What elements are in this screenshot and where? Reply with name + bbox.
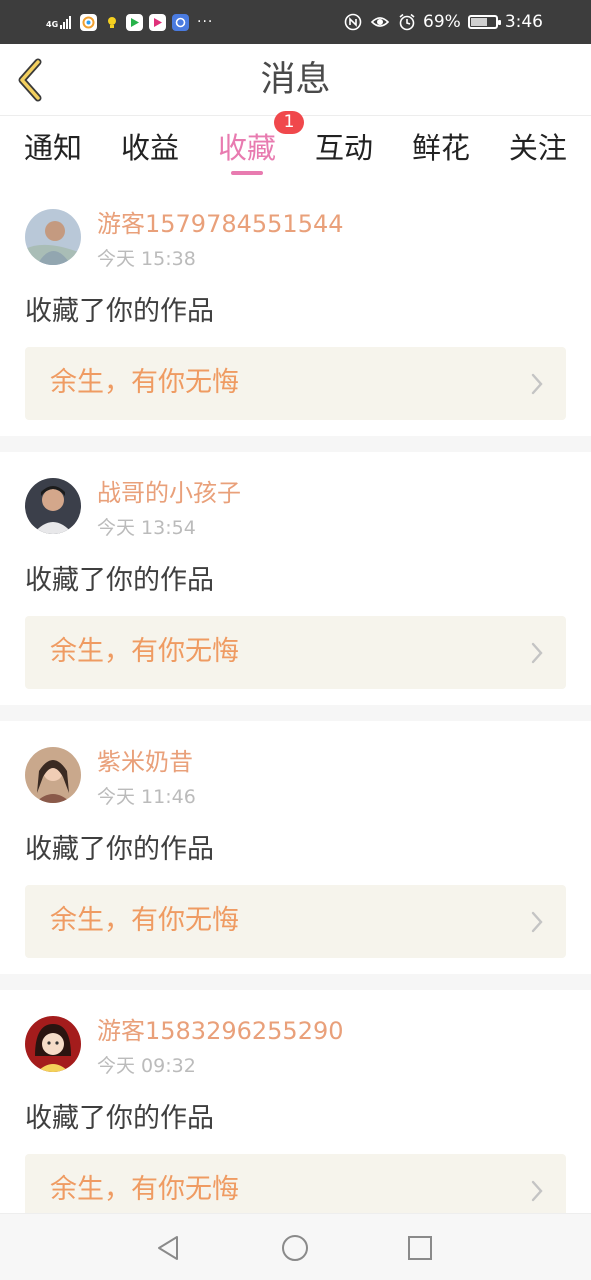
status-bar: 4G ··· 69% 3:46 [0, 0, 591, 44]
card-divider [0, 705, 591, 721]
action-text: 收藏了你的作品 [25, 1103, 214, 1134]
work-link[interactable]: 余生，有你无悔 [25, 885, 566, 958]
more-notifications-icon: ··· [197, 14, 214, 30]
page-title: 消息 [260, 60, 331, 100]
nfc-icon [344, 13, 362, 31]
avatar[interactable] [25, 1016, 81, 1072]
battery-icon [467, 15, 501, 29]
clock: 3:46 [504, 12, 543, 32]
app-icon-4 [149, 13, 166, 31]
username[interactable]: 游客1583296255290 [97, 1016, 344, 1046]
tab-flowers[interactable]: 鲜花 [412, 117, 470, 187]
tab-label: 收藏 [217, 131, 276, 165]
chevron-right-icon [531, 1180, 543, 1202]
app-icon-3 [126, 13, 143, 31]
tab-label: 通知 [24, 131, 83, 165]
username[interactable]: 游客1579784551544 [97, 209, 344, 239]
message-card: 紫米奶昔 今天 11:46 收藏了你的作品 余生，有你无悔 [0, 725, 591, 978]
app-icon-2 [103, 14, 120, 31]
timestamp: 今天 15:38 [97, 248, 196, 270]
tab-label: 鲜花 [411, 131, 470, 165]
tab-label: 互动 [314, 131, 373, 165]
tab-label: 收益 [120, 131, 179, 165]
app-header: 消息 [0, 44, 591, 116]
timestamp: 今天 09:32 [97, 1055, 196, 1077]
chevron-right-icon [531, 373, 543, 395]
app-icon-1 [80, 13, 97, 31]
avatar[interactable] [25, 747, 81, 803]
eye-icon [370, 17, 390, 27]
username[interactable]: 战哥的小孩子 [97, 478, 241, 508]
battery-percent: 69% [423, 12, 461, 32]
action-text: 收藏了你的作品 [25, 296, 214, 327]
card-divider [0, 974, 591, 990]
avatar[interactable] [25, 209, 81, 265]
tab-notifications[interactable]: 通知 [24, 117, 82, 187]
tab-earnings[interactable]: 收益 [121, 117, 179, 187]
chevron-right-icon [531, 642, 543, 664]
tab-bar: 通知 收益 收藏 1 互动 鲜花 关注 [0, 111, 591, 187]
work-link[interactable]: 余生，有你无悔 [25, 347, 566, 420]
nav-home-icon[interactable] [279, 1232, 311, 1264]
work-title: 余生，有你无悔 [50, 1174, 239, 1205]
status-left: 4G ··· [46, 10, 213, 34]
timestamp: 今天 11:46 [97, 786, 196, 808]
status-right: 69% 3:46 [344, 10, 543, 34]
work-link[interactable]: 余生，有你无悔 [25, 616, 566, 689]
unread-badge: 1 [273, 111, 304, 134]
message-card: 游客1579784551544 今天 15:38 收藏了你的作品 余生，有你无悔 [0, 187, 591, 440]
work-title: 余生，有你无悔 [50, 367, 239, 398]
work-title: 余生，有你无悔 [50, 636, 239, 667]
action-text: 收藏了你的作品 [25, 834, 214, 865]
system-nav-bar [0, 1213, 591, 1280]
alarm-icon [399, 13, 415, 31]
tab-label: 关注 [508, 131, 567, 165]
message-card: 战哥的小孩子 今天 13:54 收藏了你的作品 余生，有你无悔 [0, 456, 591, 709]
action-text: 收藏了你的作品 [25, 565, 214, 596]
tab-follows[interactable]: 关注 [509, 117, 567, 187]
nav-back-icon[interactable] [153, 1232, 185, 1264]
work-title: 余生，有你无悔 [50, 905, 239, 936]
tab-interactions[interactable]: 互动 [315, 117, 373, 187]
username[interactable]: 紫米奶昔 [97, 747, 193, 777]
card-divider [0, 436, 591, 452]
network-type: 4G [46, 20, 59, 29]
message-card: 游客1583296255290 今天 09:32 收藏了你的作品 余生，有你无悔 [0, 994, 591, 1213]
timestamp: 今天 13:54 [97, 517, 196, 539]
nav-recents-icon[interactable] [404, 1232, 436, 1264]
battery-fill [470, 18, 488, 26]
work-link[interactable]: 余生，有你无悔 [25, 1154, 566, 1213]
avatar[interactable] [25, 478, 81, 534]
signal-icon: 4G [46, 15, 74, 29]
app-icon-5 [172, 13, 189, 31]
tab-favorites[interactable]: 收藏 1 [217, 111, 304, 187]
chevron-right-icon [531, 911, 543, 933]
